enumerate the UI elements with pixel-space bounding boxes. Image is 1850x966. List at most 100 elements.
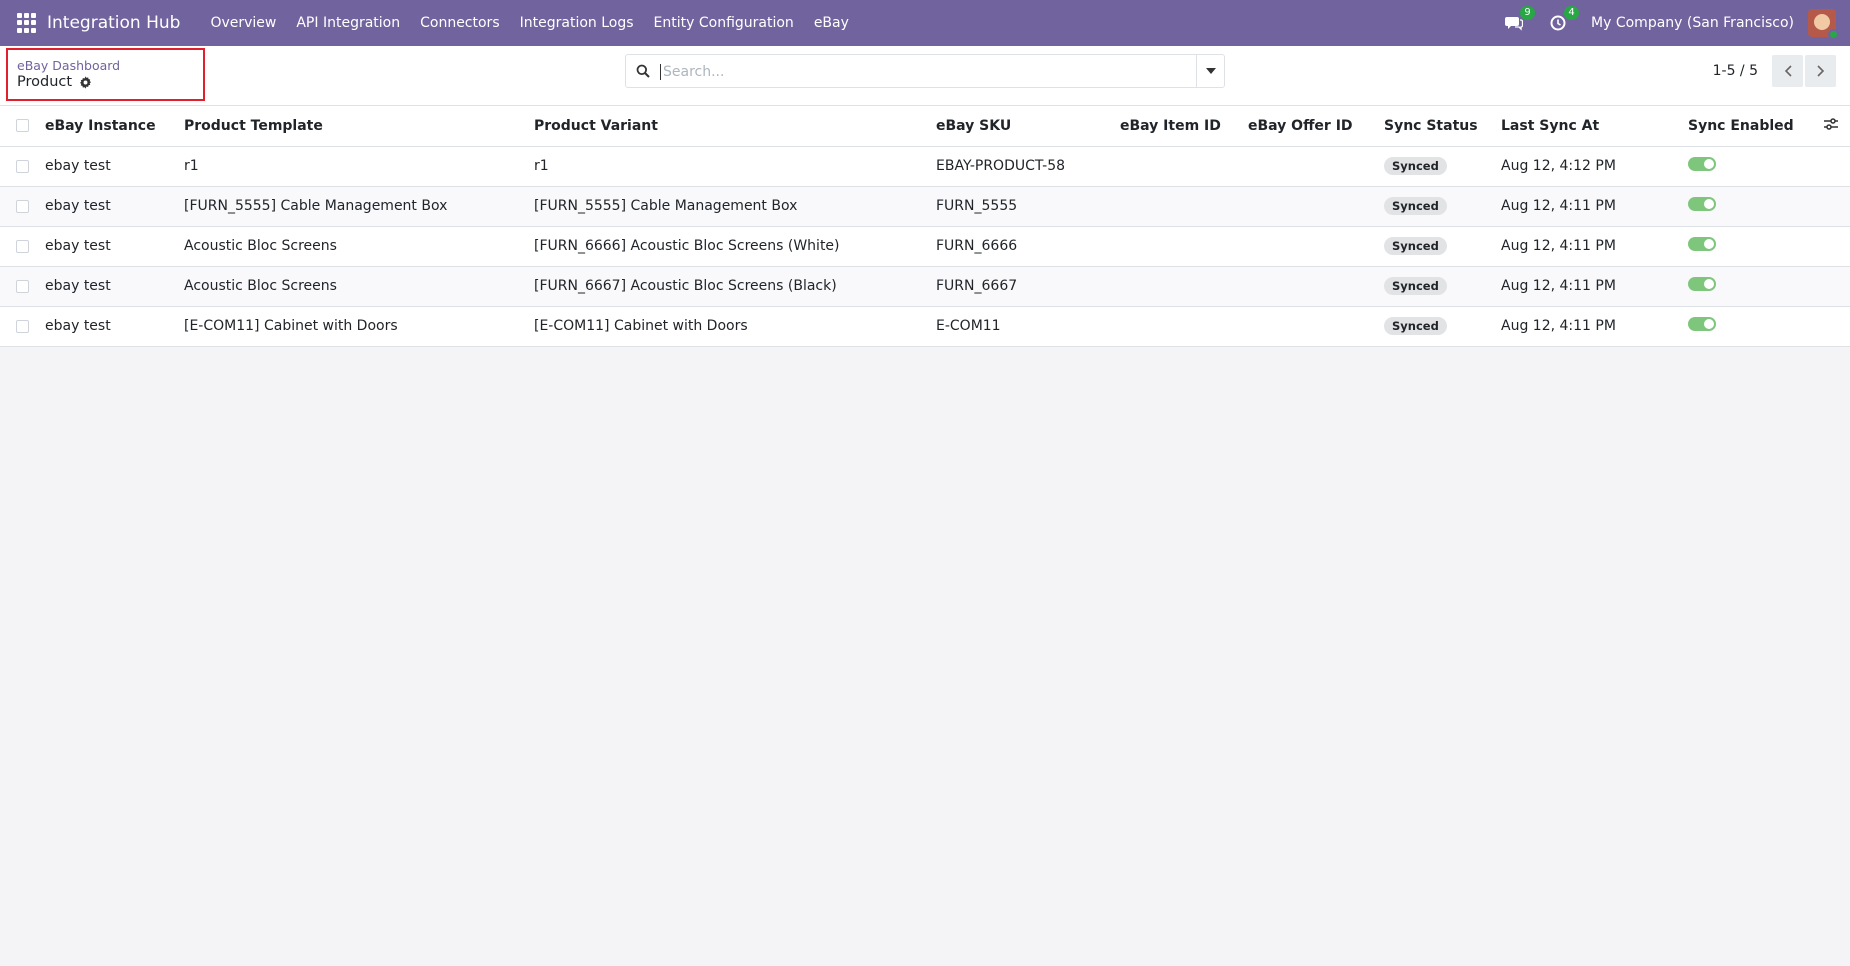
cell-sync-status: Synced <box>1384 266 1501 307</box>
page-title: Product <box>17 74 73 90</box>
column-settings-icon[interactable] <box>1824 118 1838 130</box>
column-header-sync-enabled[interactable]: Sync Enabled <box>1688 106 1805 147</box>
cell-product-variant: [FURN_5555] Cable Management Box <box>534 186 936 227</box>
cell-ebay-offer-id <box>1248 266 1384 307</box>
optional-columns-cell <box>1805 106 1850 147</box>
column-header-product-variant[interactable]: Product Variant <box>534 106 936 147</box>
avatar-face-icon <box>1814 14 1830 30</box>
row-checkbox[interactable] <box>16 159 29 173</box>
sync-enabled-toggle[interactable] <box>1688 197 1716 211</box>
menu-item-entity-configuration[interactable]: Entity Configuration <box>644 15 804 31</box>
row-checkbox[interactable] <box>16 319 29 333</box>
apps-grid-icon[interactable] <box>17 13 37 33</box>
top-navbar: Integration Hub Overview API Integration… <box>0 0 1850 46</box>
table-row[interactable]: ebay test Acoustic Bloc Screens [FURN_66… <box>0 226 1850 267</box>
cell-ebay-instance: ebay test <box>45 186 184 227</box>
row-checkbox[interactable] <box>16 199 29 213</box>
cell-product-template: [FURN_5555] Cable Management Box <box>184 186 534 227</box>
menu-item-integration-logs[interactable]: Integration Logs <box>510 15 644 31</box>
company-switcher[interactable]: My Company (San Francisco) <box>1591 15 1794 31</box>
cell-product-template: Acoustic Bloc Screens <box>184 266 534 307</box>
pager-next-button[interactable] <box>1805 55 1836 87</box>
cell-sync-enabled <box>1688 146 1805 187</box>
row-select-cell <box>0 146 45 187</box>
gear-icon[interactable] <box>79 75 92 89</box>
app-name[interactable]: Integration Hub <box>47 13 180 33</box>
table-row[interactable]: ebay test Acoustic Bloc Screens [FURN_66… <box>0 266 1850 307</box>
cell-spacer <box>1805 266 1850 307</box>
table-row[interactable]: ebay test r1 r1 EBAY-PRODUCT-58 Synced A… <box>0 146 1850 187</box>
list-view: eBay Instance Product Template Product V… <box>0 106 1850 347</box>
sync-enabled-toggle[interactable] <box>1688 157 1716 171</box>
cell-ebay-item-id <box>1120 186 1248 227</box>
cell-ebay-item-id <box>1120 266 1248 307</box>
select-all-checkbox[interactable] <box>16 119 29 133</box>
pager-previous-button[interactable] <box>1772 55 1803 87</box>
sync-enabled-toggle[interactable] <box>1688 277 1716 291</box>
menu-item-overview[interactable]: Overview <box>200 15 286 31</box>
search-options-toggle[interactable] <box>1196 55 1224 87</box>
main-menu: Overview API Integration Connectors Inte… <box>200 15 858 31</box>
cell-sync-status: Synced <box>1384 146 1501 187</box>
cell-ebay-offer-id <box>1248 226 1384 267</box>
pager: 1-5 / 5 <box>1713 54 1836 88</box>
column-header-ebay-offer-id[interactable]: eBay Offer ID <box>1248 106 1384 147</box>
caret-down-icon <box>1205 68 1216 74</box>
cell-last-sync-at: Aug 12, 4:11 PM <box>1501 306 1688 347</box>
status-badge: Synced <box>1384 317 1447 335</box>
cell-last-sync-at: Aug 12, 4:11 PM <box>1501 226 1688 267</box>
table-header-row: eBay Instance Product Template Product V… <box>0 106 1850 147</box>
control-panel: eBay Dashboard Product 1-5 / 5 <box>0 46 1850 106</box>
sync-enabled-toggle[interactable] <box>1688 237 1716 251</box>
search-input[interactable] <box>660 64 1196 80</box>
navbar-systray: 9 4 My Company (San Francisco) <box>1503 6 1839 40</box>
cell-product-template: Acoustic Bloc Screens <box>184 226 534 267</box>
row-checkbox[interactable] <box>16 239 29 253</box>
cell-ebay-item-id <box>1120 146 1248 187</box>
row-select-cell <box>0 266 45 307</box>
messages-count-badge: 9 <box>1520 6 1536 20</box>
cell-last-sync-at: Aug 12, 4:11 PM <box>1501 266 1688 307</box>
cell-ebay-sku: E-COM11 <box>936 306 1120 347</box>
chevron-right-icon <box>1816 65 1824 77</box>
column-header-ebay-instance[interactable]: eBay Instance <box>45 106 184 147</box>
cell-sync-enabled <box>1688 306 1805 347</box>
row-select-cell <box>0 306 45 347</box>
breadcrumb: eBay Dashboard Product <box>6 48 205 101</box>
table-row[interactable]: ebay test [E-COM11] Cabinet with Doors [… <box>0 306 1850 347</box>
cell-sync-status: Synced <box>1384 306 1501 347</box>
cell-ebay-item-id <box>1120 226 1248 267</box>
status-badge: Synced <box>1384 237 1447 255</box>
search-bar <box>625 54 1225 88</box>
status-badge: Synced <box>1384 197 1447 215</box>
cell-ebay-sku: FURN_6666 <box>936 226 1120 267</box>
menu-item-ebay[interactable]: eBay <box>804 15 859 31</box>
column-header-ebay-sku[interactable]: eBay SKU <box>936 106 1120 147</box>
column-header-product-template[interactable]: Product Template <box>184 106 534 147</box>
cell-sync-status: Synced <box>1384 226 1501 267</box>
sync-enabled-toggle[interactable] <box>1688 317 1716 331</box>
status-badge: Synced <box>1384 157 1447 175</box>
cell-last-sync-at: Aug 12, 4:12 PM <box>1501 146 1688 187</box>
column-header-sync-status[interactable]: Sync Status <box>1384 106 1501 147</box>
status-badge: Synced <box>1384 277 1447 295</box>
user-avatar[interactable] <box>1808 9 1839 40</box>
row-checkbox[interactable] <box>16 279 29 293</box>
search-icon[interactable] <box>626 55 660 87</box>
cell-ebay-instance: ebay test <box>45 266 184 307</box>
cell-spacer <box>1805 226 1850 267</box>
column-header-last-sync-at[interactable]: Last Sync At <box>1501 106 1688 147</box>
cell-ebay-offer-id <box>1248 306 1384 347</box>
messages-button[interactable]: 9 <box>1503 6 1536 34</box>
cell-ebay-instance: ebay test <box>45 306 184 347</box>
menu-item-api-integration[interactable]: API Integration <box>286 15 410 31</box>
column-header-ebay-item-id[interactable]: eBay Item ID <box>1120 106 1248 147</box>
breadcrumb-parent-link[interactable]: eBay Dashboard <box>17 58 203 73</box>
clock-icon <box>1550 15 1566 31</box>
menu-item-connectors[interactable]: Connectors <box>410 15 510 31</box>
cell-ebay-sku: EBAY-PRODUCT-58 <box>936 146 1120 187</box>
cell-spacer <box>1805 146 1850 187</box>
table-row[interactable]: ebay test [FURN_5555] Cable Management B… <box>0 186 1850 227</box>
activities-button[interactable]: 4 <box>1547 6 1580 34</box>
pager-value[interactable]: 1-5 / 5 <box>1713 63 1758 79</box>
